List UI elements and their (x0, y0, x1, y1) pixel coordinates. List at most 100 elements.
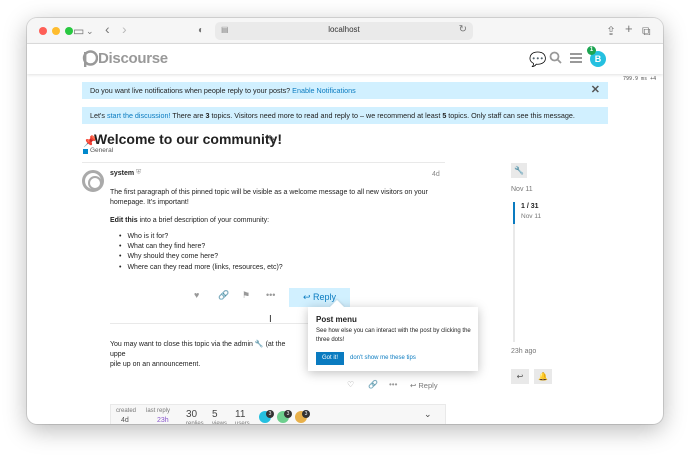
timeline-position-date: Nov 11 (521, 213, 542, 220)
created-value[interactable]: 4d (121, 417, 129, 424)
logo-text: Discourse (98, 50, 168, 67)
like-icon[interactable]: ♥ (194, 290, 199, 300)
reply-button[interactable]: ↩ Reply (410, 381, 438, 390)
share-icon[interactable]: ⇪ (606, 23, 616, 39)
participant-badge: 3 (284, 410, 292, 418)
post-username[interactable]: system (110, 170, 134, 177)
close-window-button[interactable] (39, 27, 47, 35)
views-count: 5 (212, 409, 218, 420)
avatar[interactable] (82, 170, 104, 192)
enable-notifications-link[interactable]: Enable Notifications (292, 86, 356, 95)
dont-show-tips-link[interactable]: don't show me these tips (350, 355, 416, 361)
reply-label: Reply (418, 381, 438, 390)
reply-arrow-icon: ↩ (302, 292, 311, 302)
post-bullet-list: Who is it for? What can they find here? … (119, 232, 283, 273)
got-it-button[interactable]: Got it! (316, 352, 344, 365)
participant-badge: 3 (302, 410, 310, 418)
sidebar-icon[interactable]: ▭ (73, 23, 84, 39)
reply-arrow-icon: ↩ (410, 381, 417, 390)
edit-rest-text: into a brief description of your communi… (137, 217, 270, 224)
browser-toolbar: ▭ ⌄ ‹ › ◐ ▤ localhost ↻ ⇪ + ⧉ (27, 18, 663, 44)
views-label: views (212, 421, 228, 424)
wrench-icon: 🔧 (254, 341, 264, 348)
users-count: 11 (235, 409, 246, 420)
post-menu-tip-popup: Post menu See how else you can interact … (308, 299, 478, 371)
chevron-down-icon[interactable]: ⌄ (86, 23, 94, 39)
shield-icon: ⛨ (136, 169, 142, 176)
more-dots-icon[interactable]: ••• (389, 380, 397, 389)
category-color-swatch (83, 149, 88, 154)
more-dots-icon[interactable]: ••• (266, 290, 275, 300)
timeline-start-date[interactable]: Nov 11 (511, 186, 533, 193)
post-paragraph: Edit this into a brief description of yo… (110, 216, 269, 226)
url-text: localhost (328, 25, 360, 34)
wrench-icon: 🔧 (514, 166, 524, 175)
popup-text: See how else you can interact with the p… (316, 328, 471, 343)
link-icon[interactable]: 🔗 (218, 290, 229, 301)
topic-map: created 4d last reply 23h 30 replies 5 v… (110, 404, 446, 424)
close-icon[interactable]: ✕ (591, 82, 600, 99)
users-label: users (235, 421, 250, 424)
timeline-notifications-button[interactable]: 🔔 (534, 369, 552, 384)
start-discussion-banner: Let's start the discussion! There are 3 … (82, 107, 608, 124)
back-icon[interactable]: ‹ (105, 21, 110, 37)
divider (82, 162, 445, 163)
start-discussion-link[interactable]: start the discussion! (107, 111, 171, 120)
notifications-banner: Do you want live notifications when peop… (82, 82, 608, 99)
chevron-down-icon[interactable]: ⌄ (424, 409, 432, 420)
address-bar[interactable]: ▤ localhost ↻ (215, 22, 473, 40)
last-reply-label: last reply (146, 408, 171, 414)
list-item: What can they find here? (119, 242, 283, 252)
tab-overview-icon[interactable]: ⧉ (642, 23, 651, 39)
timeline-reply-button[interactable]: ↩ (511, 369, 529, 384)
post-date[interactable]: 4d (432, 171, 440, 178)
performance-readout: 799.9 ms +4 (623, 76, 657, 82)
like-icon[interactable]: ♡ (347, 380, 354, 389)
post-text: pile up on an announcement. (110, 361, 201, 368)
timeline-position: 1 / 31 (521, 203, 539, 210)
admin-wrench-button[interactable]: 🔧 (511, 163, 527, 178)
site-logo[interactable]: Discourse (82, 49, 168, 69)
banner-prefix: Let's (90, 111, 105, 120)
reply-label: Reply (313, 292, 337, 302)
link-icon[interactable]: 🔗 (368, 380, 378, 389)
discourse-logo-icon (82, 50, 99, 67)
participant-badge: 3 (266, 410, 274, 418)
hamburger-menu-icon[interactable] (570, 51, 582, 67)
category-link[interactable]: General (90, 147, 113, 154)
edit-this-bold: Edit this (110, 217, 138, 224)
last-reply-value[interactable]: 23h (157, 417, 169, 424)
banner-text: topics. Only staff can see this message. (446, 111, 575, 120)
search-icon[interactable] (549, 51, 562, 67)
list-item: Why should they come here? (119, 252, 283, 262)
forward-icon[interactable]: › (122, 21, 127, 37)
new-tab-icon[interactable]: + (625, 21, 633, 37)
timeline-handle[interactable] (513, 202, 515, 224)
divider (110, 323, 308, 324)
post-paragraph: The first paragraph of this pinned topic… (110, 189, 428, 206)
reload-icon[interactable]: ↻ (459, 24, 467, 35)
browser-window: ▭ ⌄ ‹ › ◐ ▤ localhost ↻ ⇪ + ⧉ Discourse … (27, 18, 663, 424)
site-header: Discourse 💬 B 1 (27, 44, 663, 74)
banner-text: topics. Visitors need more to read and r… (209, 111, 443, 120)
list-item: Where can they read more (links, resourc… (119, 263, 282, 273)
zoom-window-button[interactable] (65, 27, 73, 35)
bell-icon: 🔔 (538, 372, 548, 381)
list-item: Who is it for? (119, 232, 283, 242)
banner-text: There are (170, 111, 206, 120)
replies-count: 30 (186, 409, 198, 420)
page-title: Welcome to our community! (94, 131, 282, 147)
post-text: You may want to close this topic via the… (110, 341, 253, 348)
flag-icon[interactable]: ⚑ (242, 290, 250, 301)
notifications-banner-text: Do you want live notifications when peop… (90, 86, 291, 95)
timeline-end-label[interactable]: 23h ago (511, 348, 536, 355)
reply-arrow-icon: ↩ (516, 372, 524, 381)
replies-label: replies (186, 421, 204, 424)
minimize-window-button[interactable] (52, 27, 60, 35)
edit-pencil-icon[interactable]: ✎ (267, 133, 276, 146)
post-paragraph: You may want to close this topic via the… (110, 340, 288, 370)
privacy-shield-icon[interactable]: ◐ (198, 23, 204, 39)
created-label: created (116, 408, 137, 414)
chat-icon[interactable]: 💬 (529, 51, 546, 67)
notification-badge[interactable]: 1 (587, 46, 596, 55)
